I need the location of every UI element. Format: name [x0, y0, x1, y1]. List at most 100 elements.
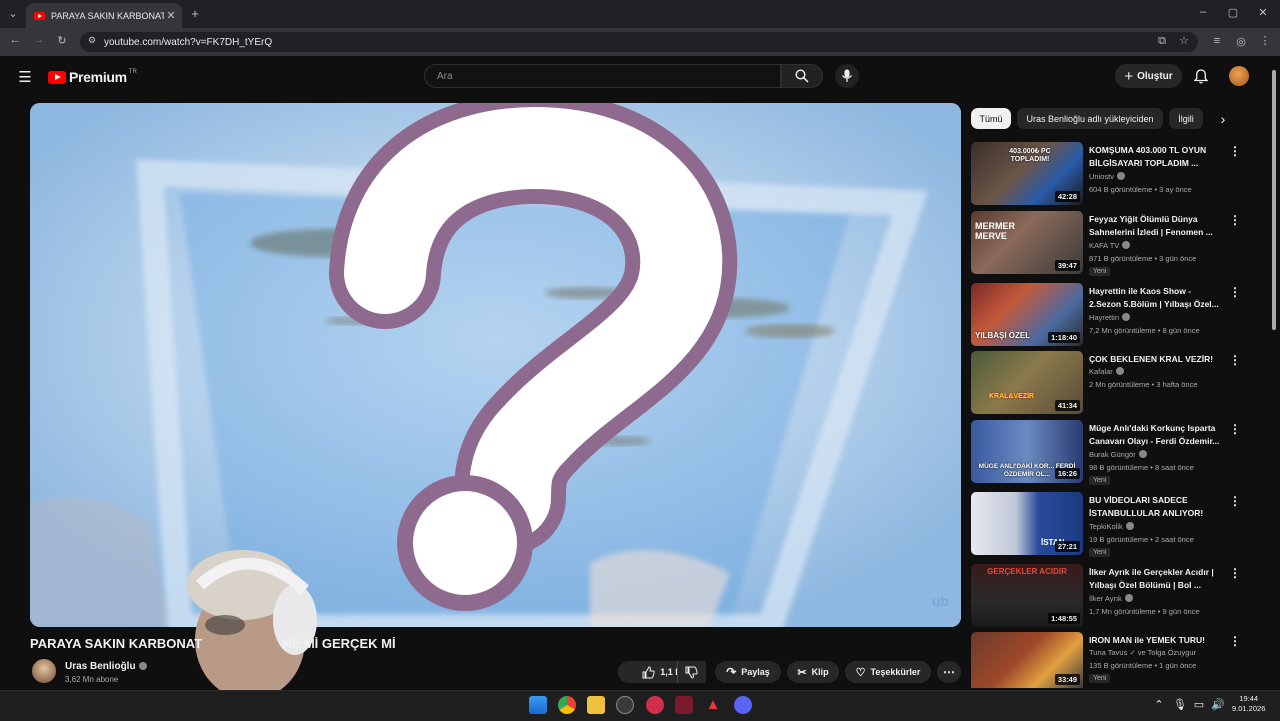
- video-thumbnail[interactable]: YILBAŞI ÖZEL 1:18:40: [971, 283, 1083, 346]
- create-label: Oluştur: [1137, 70, 1173, 82]
- video-thumbnail[interactable]: MÜGE ANLI'DAKİ KOR... FERDİ ÖZDEMİR OL..…: [971, 420, 1083, 483]
- video-player[interactable]: ub: [30, 103, 961, 627]
- recommendation-item[interactable]: KRAL&VEZİR 41:34 ÇOK BEKLENEN KRAL VEZİR…: [971, 351, 1251, 417]
- more-options-icon[interactable]: ⋮: [1229, 144, 1241, 158]
- url-text[interactable]: youtube.com/watch?v=FK7DH_tYErQ: [104, 37, 272, 48]
- duration-badge: 39:47: [1054, 260, 1080, 271]
- new-tab-button[interactable]: +: [188, 6, 202, 21]
- recommendation-item[interactable]: GERÇEKLER ACIDIR 1:48:55 İlker Ayrık ile…: [971, 564, 1251, 630]
- hamburger-menu-icon[interactable]: ☰: [16, 68, 34, 86]
- window-close-icon[interactable]: ✕: [1256, 6, 1270, 19]
- youtube-favicon-icon: [34, 11, 45, 20]
- bookmark-star-icon[interactable]: ☆: [1177, 34, 1191, 47]
- channel-name: Burak Güngör: [1089, 450, 1147, 459]
- verified-icon: [1117, 172, 1126, 180]
- video-thumbnail[interactable]: 403.000₺ PC TOPLADIM! 42:28: [971, 142, 1083, 205]
- chip-all[interactable]: Tümü: [971, 108, 1011, 129]
- notifications-bell-icon[interactable]: [1194, 69, 1208, 84]
- profile-icon[interactable]: ◎: [1234, 35, 1248, 48]
- scrollbar-thumb[interactable]: [1272, 70, 1276, 330]
- recommendation-item[interactable]: İSTAN 27:21 BU VİDEOLARI SADECE İSTANBUL…: [971, 492, 1251, 558]
- recommendation-item[interactable]: 403.000₺ PC TOPLADIM! 42:28 KOMŞUMA 403.…: [971, 142, 1251, 208]
- video-thumbnail[interactable]: KRAL&VEZİR 41:34: [971, 351, 1083, 414]
- more-options-icon[interactable]: ⋮: [1229, 213, 1241, 227]
- discord-icon[interactable]: [734, 696, 752, 714]
- file-explorer-icon[interactable]: [587, 696, 605, 714]
- video-thumbnail[interactable]: MERMER MERVE 39:47: [971, 211, 1083, 274]
- adobe-icon[interactable]: ▲: [704, 696, 722, 714]
- video-frame-artwork: [30, 103, 961, 627]
- chips-next-arrow-icon[interactable]: ›: [1213, 108, 1233, 129]
- logo-region: TR: [128, 69, 137, 75]
- more-options-icon[interactable]: ⋮: [1229, 494, 1241, 508]
- tray-volume-icon[interactable]: 🔊: [1211, 698, 1225, 711]
- more-options-icon[interactable]: ⋮: [1229, 353, 1241, 367]
- more-options-icon[interactable]: ⋮: [1229, 634, 1241, 648]
- youtube-logo[interactable]: Premium TR: [48, 69, 137, 85]
- recommendation-item[interactable]: MERMER MERVE 39:47 Feyyaz Yiğit Ölümlü D…: [971, 211, 1251, 277]
- subscriber-count: 3,62 Mn abone: [65, 675, 119, 684]
- system-clock[interactable]: 19:44 9.01.2026: [1232, 694, 1265, 714]
- window-maximize-icon[interactable]: ▢: [1226, 6, 1240, 19]
- reading-list-icon[interactable]: ≡: [1210, 35, 1224, 47]
- recommendation-item[interactable]: 33:49 IRON MAN ile YEMEK TURU! Tuna Tavu…: [971, 632, 1251, 688]
- more-horizontal-icon: ⋯: [943, 665, 955, 679]
- reload-icon[interactable]: ↻: [55, 34, 69, 47]
- search-box[interactable]: [424, 64, 781, 88]
- recommendation-item[interactable]: YILBAŞI ÖZEL 1:18:40 Hayrettin ile Kaos …: [971, 283, 1251, 349]
- chip-from-uploader[interactable]: Uras Benlioğlu adlı yükleyiciden: [1017, 108, 1163, 129]
- window-minimize-icon[interactable]: –: [1196, 6, 1210, 18]
- dislike-button[interactable]: [677, 661, 705, 683]
- verified-icon: [138, 662, 147, 670]
- video-thumbnail[interactable]: İSTAN 27:21: [971, 492, 1083, 555]
- chrome-icon[interactable]: [558, 696, 576, 714]
- youtube-play-icon: [48, 70, 66, 84]
- video-meta: 2 Mn görüntüleme • 3 hafta önce: [1089, 380, 1198, 389]
- more-options-icon[interactable]: ⋮: [1229, 285, 1241, 299]
- tray-display-icon[interactable]: ▭: [1193, 698, 1205, 711]
- site-info-icon[interactable]: ⚙: [86, 35, 98, 46]
- page-scrollbar[interactable]: [1270, 60, 1278, 688]
- channel-name[interactable]: Uras Benlioğlu: [65, 661, 147, 672]
- video-meta: 19 B görüntüleme • 2 saat önce: [1089, 535, 1194, 544]
- tab-close-icon[interactable]: ✕: [164, 9, 178, 22]
- account-avatar[interactable]: [1229, 66, 1249, 86]
- back-icon[interactable]: ←: [8, 34, 22, 46]
- capture-app-icon[interactable]: [675, 696, 693, 714]
- channel-avatar[interactable]: [32, 659, 56, 683]
- video-thumbnail[interactable]: GERÇEKLER ACIDIR 1:48:55: [971, 564, 1083, 627]
- channel-watermark[interactable]: ub: [932, 593, 949, 609]
- thumbnail-caption: KRAL&VEZİR: [989, 393, 1035, 400]
- streamer-webcam: [187, 550, 317, 690]
- more-options-icon[interactable]: ⋮: [1229, 422, 1241, 436]
- clip-button[interactable]: ✂ Klip: [787, 661, 839, 683]
- video-title: Feyyaz Yiğit Ölümlü Dünya Sahnelerini İz…: [1089, 214, 1213, 237]
- windows-start-icon[interactable]: [529, 696, 547, 714]
- thanks-button[interactable]: ♡ Teşekkürler: [845, 661, 931, 683]
- thumbnail-caption: MERMER MERVE: [975, 221, 1015, 241]
- heart-dollar-icon: ♡: [855, 666, 866, 679]
- browser-tab[interactable]: PARAYA SAKIN KARBONAT DÖ... ✕: [26, 3, 182, 28]
- verified-icon: [1124, 594, 1133, 602]
- more-actions-button[interactable]: ⋯: [937, 661, 961, 683]
- search-input[interactable]: [435, 70, 739, 83]
- tab-list-icon[interactable]: ⌄: [6, 7, 20, 20]
- forward-icon[interactable]: →: [32, 34, 46, 46]
- plus-icon: +: [1124, 67, 1134, 85]
- obs-icon[interactable]: [616, 696, 634, 714]
- install-app-icon[interactable]: ⧉: [1155, 35, 1169, 48]
- clock-date: 9.01.2026: [1232, 704, 1266, 713]
- tray-chevron-icon[interactable]: ⌃: [1153, 698, 1165, 711]
- browser-menu-icon[interactable]: ⋮: [1258, 34, 1272, 47]
- voice-search-button[interactable]: [835, 64, 859, 88]
- search-button[interactable]: [781, 64, 823, 88]
- create-button[interactable]: + Oluştur: [1115, 64, 1182, 88]
- more-options-icon[interactable]: ⋮: [1229, 566, 1241, 580]
- share-button[interactable]: ↷ Paylaş: [715, 661, 781, 683]
- chip-related[interactable]: İlgili: [1169, 108, 1203, 129]
- video-title: ÇOK BEKLENEN KRAL VEZİR!: [1089, 354, 1214, 364]
- video-thumbnail[interactable]: 33:49: [971, 632, 1083, 688]
- recommendation-item[interactable]: MÜGE ANLI'DAKİ KOR... FERDİ ÖZDEMİR OL..…: [971, 420, 1251, 486]
- media-player-icon[interactable]: [646, 696, 664, 714]
- tray-mic-icon[interactable]: 🎙: [1173, 698, 1187, 711]
